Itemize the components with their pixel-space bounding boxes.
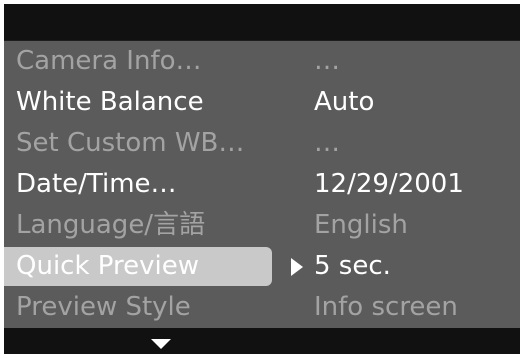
menu-item-set-custom-wb[interactable]: Set Custom WB… … [4,123,520,164]
menu-item-label: White Balance [16,87,204,117]
menu-item-quick-preview[interactable]: Quick Preview 5 sec. [4,246,520,287]
triangle-right-icon [291,258,303,276]
menu-item-value: … [314,46,340,76]
menu-item-label: Language/言語 [16,210,206,240]
menu-item-white-balance[interactable]: White Balance Auto [4,82,520,123]
menu-item-value: Auto [314,87,375,117]
menu-item-label: Camera Info… [16,46,202,76]
menu-item-label: Date/Time… [16,169,177,199]
top-bar [4,4,520,40]
menu-item-value: … [314,128,340,158]
menu-item-value: Info screen [314,292,458,322]
menu-item-preview-style[interactable]: Preview Style Info screen [4,287,520,328]
menu-item-value: English [314,210,408,240]
menu-item-label: Preview Style [16,292,191,322]
bottom-bar [4,328,520,354]
triangle-down-icon[interactable] [151,339,171,349]
menu-item-label: Set Custom WB… [16,128,245,158]
camera-lcd-screen: Camera Info… … White Balance Auto Set Cu… [4,4,520,354]
menu-item-value: 12/29/2001 [314,169,464,199]
menu-item-label: Quick Preview [16,251,199,281]
menu-item-date-time[interactable]: Date/Time… 12/29/2001 [4,164,520,205]
menu-item-camera-info[interactable]: Camera Info… … [4,41,520,82]
menu-item-language[interactable]: Language/言語 English [4,205,520,246]
menu-item-value: 5 sec. [314,251,391,281]
setup-menu: Camera Info… … White Balance Auto Set Cu… [4,41,520,328]
